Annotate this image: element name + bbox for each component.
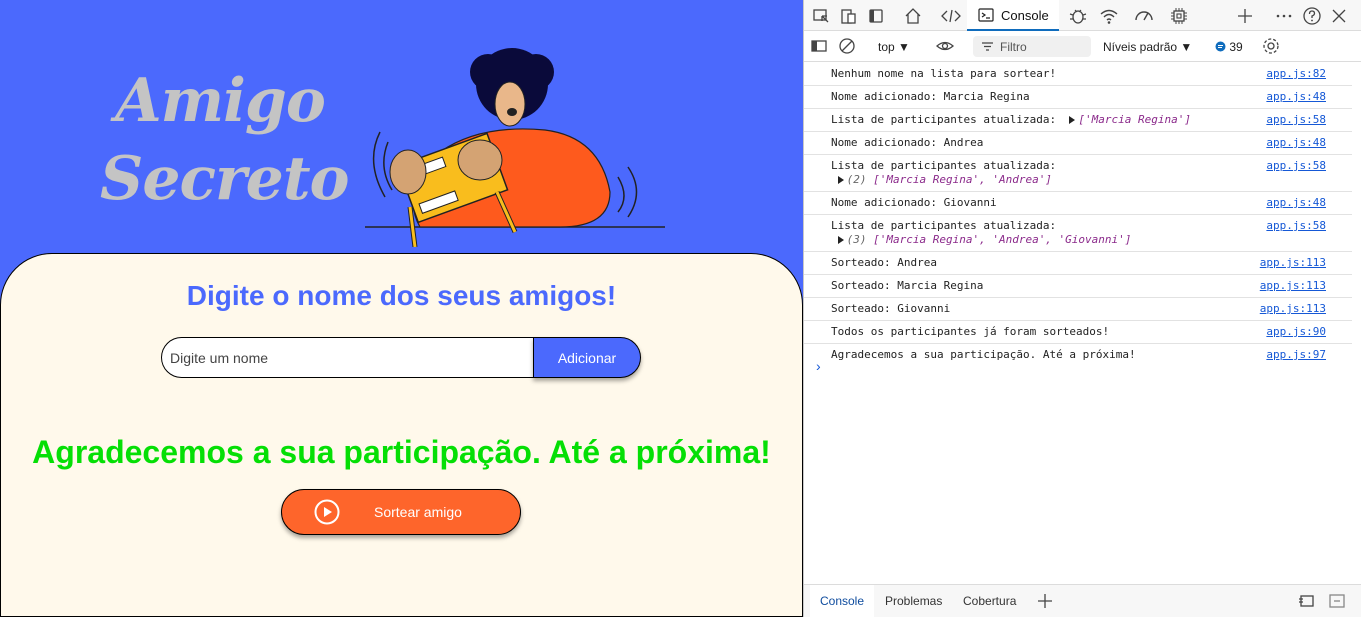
message-icon — [1215, 41, 1226, 52]
source-link[interactable]: app.js:58 — [1266, 219, 1326, 233]
help-icon[interactable] — [1301, 5, 1323, 27]
log-entry: Lista de participantes atualizada: app.js… — [804, 155, 1352, 192]
network-icon[interactable] — [1098, 5, 1120, 27]
log-entry: Sorteado: Marcia Regina app.js:113 — [804, 275, 1352, 298]
source-link[interactable]: app.js:90 — [1266, 325, 1326, 339]
close-icon[interactable] — [1328, 5, 1350, 27]
levels-dropdown[interactable]: Níveis padrão ▼ — [1103, 40, 1192, 54]
home-icon[interactable] — [902, 5, 924, 27]
drawer-tab-bar: Console Problemas Cobertura — [804, 584, 1361, 617]
log-entry: Todos os participantes já foram sorteado… — [804, 321, 1352, 344]
console-prompt[interactable]: › — [816, 358, 821, 374]
log-entry: Sorteado: Giovanni app.js:113 — [804, 298, 1352, 321]
expand-triangle-icon[interactable] — [837, 236, 844, 244]
drawer-tab-problems[interactable]: Problemas — [885, 585, 942, 617]
more-options-icon[interactable] — [1273, 5, 1295, 27]
array-preview[interactable]: ['Marcia Regina'] — [1078, 113, 1191, 126]
devtools-panel: Console top ▼ Filtro Níveis padrão ▼ 39 … — [803, 0, 1361, 617]
log-entry: Agradecemos a sua participação. Até a pr… — [831, 348, 1326, 362]
inspect-element-icon[interactable] — [810, 5, 832, 27]
play-icon — [314, 499, 340, 525]
log-entry: Nome adicionado: Andrea app.js:48 — [804, 132, 1352, 155]
tab-console[interactable]: Console — [967, 0, 1059, 31]
log-entry: Sorteado: Andrea app.js:113 — [804, 252, 1352, 275]
title-line-1: Amigo — [115, 66, 326, 136]
log-entry: Lista de participantes atualizada: ['Mar… — [804, 109, 1352, 132]
add-drawer-tab-icon[interactable] — [1034, 590, 1056, 612]
performance-icon[interactable] — [1133, 5, 1155, 27]
source-link[interactable]: app.js:97 — [1266, 348, 1326, 362]
title-line-2: Secreto — [100, 144, 350, 214]
filter-input[interactable]: Filtro — [973, 36, 1091, 57]
source-link[interactable]: app.js:113 — [1260, 302, 1326, 316]
source-link[interactable]: app.js:48 — [1266, 196, 1326, 210]
drawer-tab-coverage[interactable]: Cobertura — [963, 585, 1016, 617]
add-button[interactable]: Adicionar — [533, 337, 641, 378]
dock-side-icon[interactable] — [865, 5, 887, 27]
add-tab-icon[interactable] — [1234, 5, 1256, 27]
sidebar-toggle-icon[interactable] — [808, 35, 830, 57]
array-count: (2) — [846, 173, 867, 186]
live-expression-icon[interactable] — [934, 35, 956, 57]
console-icon — [978, 8, 994, 22]
close-drawer-icon[interactable] — [1326, 590, 1348, 612]
log-entry: Lista de participantes atualizada: app.js… — [804, 215, 1352, 252]
source-link[interactable]: app.js:48 — [1266, 136, 1326, 150]
source-link[interactable]: app.js:113 — [1260, 279, 1326, 293]
gear-icon[interactable] — [1260, 35, 1282, 57]
chevron-down-icon: ▼ — [1180, 40, 1193, 54]
message-count: 39 — [1229, 40, 1243, 54]
memory-icon[interactable] — [1168, 5, 1190, 27]
drawer-tab-console[interactable]: Console — [810, 585, 874, 617]
expand-triangle-icon[interactable] — [837, 176, 844, 184]
device-emulation-icon[interactable] — [838, 5, 860, 27]
page-subtitle: Digite o nome dos seus amigos! — [186, 280, 617, 311]
bug-icon[interactable] — [1067, 5, 1089, 27]
source-link[interactable]: app.js:82 — [1266, 67, 1326, 81]
chevron-down-icon: ▼ — [898, 40, 910, 54]
devtools-tab-bar: Console — [804, 0, 1361, 31]
array-preview[interactable]: ['Marcia Regina', 'Andrea', 'Giovanni'] — [873, 233, 1131, 246]
array-preview[interactable]: ['Marcia Regina', 'Andrea'] — [873, 173, 1052, 186]
source-link[interactable]: app.js:48 — [1266, 90, 1326, 104]
console-toolbar: top ▼ Filtro Níveis padrão ▼ 39 — [804, 31, 1361, 62]
name-input[interactable] — [161, 337, 535, 378]
draw-button-label: Sortear amigo — [374, 504, 462, 520]
filter-icon — [982, 42, 993, 51]
source-link[interactable]: app.js:113 — [1260, 256, 1326, 270]
log-entry: Nome adicionado: Giovanni app.js:48 — [804, 192, 1352, 215]
clear-console-icon[interactable] — [836, 35, 858, 57]
context-label: top — [878, 40, 895, 54]
context-selector[interactable]: top ▼ — [878, 40, 910, 54]
message-count-badge[interactable]: 39 — [1215, 40, 1243, 54]
expand-triangle-icon[interactable] — [1069, 116, 1076, 124]
log-entry: Nome adicionado: Marcia Regina app.js:48 — [804, 86, 1352, 109]
array-count: (3) — [846, 233, 867, 246]
log-entry: Nenhum nome na lista para sortear! app.js… — [804, 63, 1352, 86]
hero-illustration — [365, 48, 665, 247]
tab-console-label: Console — [1001, 8, 1049, 23]
result-message: Agradecemos a sua participação. Até a pr… — [32, 434, 771, 470]
elements-icon[interactable] — [940, 5, 962, 27]
dock-drawer-icon[interactable] — [1296, 590, 1318, 612]
app-page: Amigo Secreto Digite o nome dos seus ami… — [0, 0, 803, 617]
filter-placeholder: Filtro — [1000, 40, 1027, 54]
console-log: Nenhum nome na lista para sortear! app.js… — [804, 63, 1352, 366]
levels-label: Níveis padrão — [1103, 40, 1178, 54]
source-link[interactable]: app.js:58 — [1266, 159, 1326, 173]
draw-friend-button[interactable]: Sortear amigo — [281, 489, 521, 535]
app-title: Amigo Secreto — [100, 62, 350, 218]
source-link[interactable]: app.js:58 — [1266, 113, 1326, 127]
